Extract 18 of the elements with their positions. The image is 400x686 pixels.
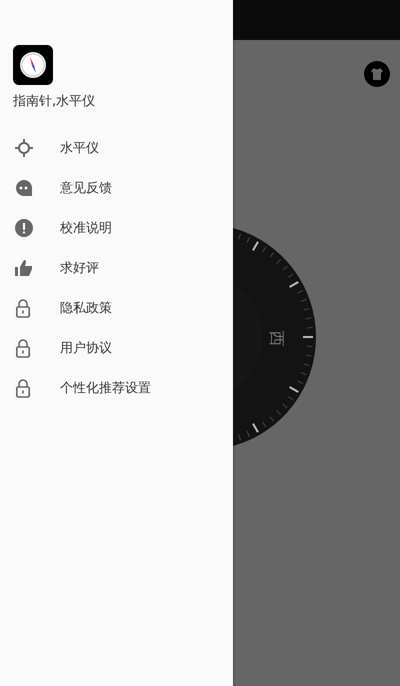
menu-item[interactable]: 隐私政策	[0, 288, 233, 328]
chat-bubble-icon	[15, 179, 33, 197]
shirt-icon[interactable]	[364, 61, 390, 87]
lock-icon	[15, 298, 31, 318]
menu-item[interactable]: 求好评	[0, 248, 233, 288]
menu-item[interactable]: 意见反馈	[0, 168, 233, 208]
crosshair-icon	[15, 139, 33, 157]
app-name: 指南针,水平仪	[13, 93, 96, 110]
compass-app-icon	[13, 45, 53, 85]
menu-item[interactable]: 个性化推荐设置	[0, 368, 233, 408]
lock-icon	[15, 338, 31, 358]
menu-item[interactable]: 水平仪	[0, 128, 233, 168]
lock-icon	[15, 378, 31, 398]
menu-item[interactable]: 校准说明	[0, 208, 233, 248]
exclamation-icon	[15, 219, 33, 237]
menu-item[interactable]: 用户协议	[0, 328, 233, 368]
direction-label: 西	[266, 330, 286, 346]
thumbs-up-icon	[15, 259, 33, 277]
